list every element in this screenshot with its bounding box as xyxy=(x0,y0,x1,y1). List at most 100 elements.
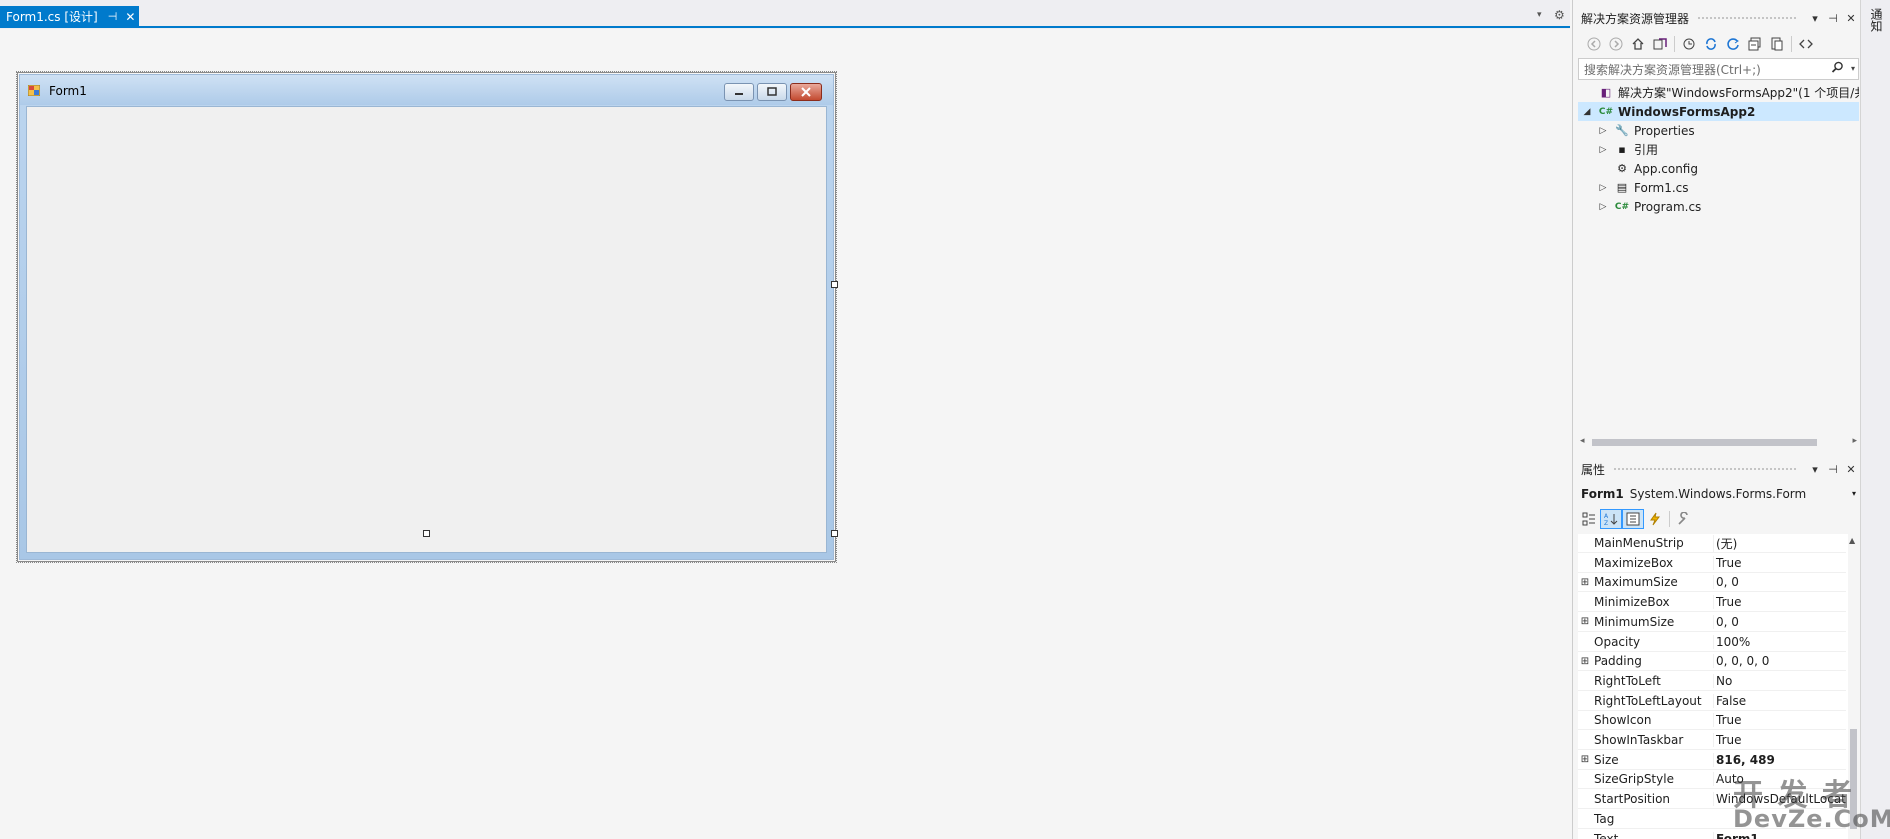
expand-plus-icon[interactable]: ⊞ xyxy=(1578,616,1592,627)
tree-item[interactable]: ◧ 解决方案"WindowsFormsApp2"(1 个项目/共 xyxy=(1578,83,1859,102)
tree-item[interactable]: ◢ C# WindowsFormsApp2 xyxy=(1578,102,1859,121)
refresh-icon[interactable] xyxy=(1722,34,1744,54)
search-icon[interactable] xyxy=(1831,61,1844,78)
property-value[interactable]: True xyxy=(1713,555,1846,570)
property-value[interactable]: 0, 0 xyxy=(1713,614,1846,629)
history-icon[interactable] xyxy=(1678,34,1700,54)
property-name: MaximumSize xyxy=(1594,575,1678,590)
property-value[interactable]: 100% xyxy=(1713,634,1846,649)
resize-handle-right[interactable] xyxy=(831,281,838,288)
tree-item[interactable]: ▷ ▪ 引用 xyxy=(1578,140,1859,159)
resize-handle-corner[interactable] xyxy=(831,530,838,537)
expand-plus-icon[interactable]: ⊞ xyxy=(1578,656,1592,667)
scroll-left-icon[interactable]: ◂ xyxy=(1580,436,1585,446)
form-client-area[interactable] xyxy=(26,106,827,553)
titlebar-grip xyxy=(1613,466,1798,472)
home-icon[interactable] xyxy=(1627,34,1649,54)
property-value[interactable]: True xyxy=(1713,595,1846,610)
expand-arrow-icon[interactable]: ▷ xyxy=(1598,126,1608,136)
expand-arrow-icon[interactable]: ▷ xyxy=(1598,145,1608,155)
config-file-icon: ⚙ xyxy=(1617,162,1627,175)
auto-hide-pin-icon[interactable]: ⊣ xyxy=(1824,463,1842,476)
tab-dropdown-icon[interactable]: ▾ xyxy=(1537,10,1542,20)
window-position-dropdown-icon[interactable]: ▾ xyxy=(1806,463,1824,476)
sync-icon[interactable] xyxy=(1700,34,1722,54)
close-x-icon xyxy=(801,87,811,97)
document-tab-form1-design[interactable]: Form1.cs [设计] ⊣ ✕ xyxy=(0,6,140,27)
close-button[interactable] xyxy=(790,83,822,101)
show-all-files-icon[interactable] xyxy=(1766,34,1788,54)
property-value[interactable]: False xyxy=(1713,693,1846,708)
property-row[interactable]: ⊞ Size 816, 489 xyxy=(1578,751,1846,770)
property-value[interactable]: 0, 0 xyxy=(1713,575,1846,590)
collapse-all-icon[interactable] xyxy=(1744,34,1766,54)
resize-handle-bottom[interactable] xyxy=(423,530,430,537)
tree-item[interactable]: ⚙ App.config xyxy=(1578,159,1859,178)
property-value[interactable]: True xyxy=(1713,713,1846,728)
tree-horizontal-scrollbar[interactable]: ◂ ▸ xyxy=(1578,435,1859,449)
maximize-button[interactable] xyxy=(757,83,787,101)
pin-icon[interactable]: ⊣ xyxy=(108,10,118,23)
minimize-button[interactable] xyxy=(724,83,754,101)
window-position-dropdown-icon[interactable]: ▾ xyxy=(1806,12,1824,25)
property-row[interactable]: ⊞ MaximumSize 0, 0 xyxy=(1578,573,1846,593)
watermark-text: DevZe.CoM xyxy=(1733,805,1890,833)
scroll-thumb[interactable] xyxy=(1592,439,1817,446)
properties-titlebar: 属性 ▾ ⊣ ✕ xyxy=(1573,458,1860,480)
property-row[interactable]: Opacity 100% xyxy=(1578,633,1846,652)
object-name: Form1 xyxy=(1581,487,1624,501)
gear-icon[interactable]: ⚙ xyxy=(1554,8,1565,22)
vs-switch-icon[interactable] xyxy=(1649,34,1671,54)
object-selector[interactable]: Form1 System.Windows.Forms.Form ▾ xyxy=(1578,483,1859,505)
property-value[interactable]: 0, 0, 0, 0 xyxy=(1713,654,1846,669)
chevron-down-icon[interactable]: ▾ xyxy=(1852,489,1856,498)
expand-arrow-icon[interactable]: ▷ xyxy=(1598,202,1608,212)
csharp-project-icon: C# xyxy=(1598,106,1614,117)
property-row[interactable]: ⊞ Padding 0, 0, 0, 0 xyxy=(1578,652,1846,672)
property-row[interactable]: RightToLeft No xyxy=(1578,672,1846,691)
close-panel-icon[interactable]: ✕ xyxy=(1842,463,1860,476)
designer-surface[interactable]: Form1 xyxy=(0,29,1570,839)
property-row[interactable]: MaximizeBox True xyxy=(1578,554,1846,573)
categorized-icon[interactable] xyxy=(1578,509,1600,529)
expand-plus-icon[interactable]: ⊞ xyxy=(1578,577,1592,588)
property-row[interactable]: ⊞ MinimumSize 0, 0 xyxy=(1578,613,1846,632)
property-value[interactable]: No xyxy=(1713,673,1846,688)
expand-plus-icon[interactable]: ⊞ xyxy=(1578,754,1592,765)
property-row[interactable]: ShowInTaskbar True xyxy=(1578,731,1846,750)
notifications-tab[interactable]: 通知 xyxy=(1868,8,1885,32)
tree-item[interactable]: ▷ 🔧 Properties xyxy=(1578,121,1859,140)
code-view-icon[interactable] xyxy=(1795,34,1817,54)
close-icon[interactable]: ✕ xyxy=(125,10,135,24)
tree-item-label: 引用 xyxy=(1634,143,1659,157)
property-name: ShowIcon xyxy=(1594,713,1652,728)
tree-item[interactable]: ▷ ▤ Form1.cs xyxy=(1578,178,1859,197)
back-icon[interactable] xyxy=(1583,34,1605,54)
alphabetical-icon[interactable]: AZ xyxy=(1600,509,1622,529)
auto-hide-pin-icon[interactable]: ⊣ xyxy=(1824,12,1842,25)
object-type: System.Windows.Forms.Form xyxy=(1629,487,1807,501)
search-options-dropdown-icon[interactable]: ▾ xyxy=(1851,64,1855,73)
property-name: SizeGripStyle xyxy=(1594,772,1674,787)
property-name: MainMenuStrip xyxy=(1594,536,1684,550)
property-row[interactable]: MainMenuStrip (无) xyxy=(1578,534,1846,553)
close-panel-icon[interactable]: ✕ xyxy=(1842,12,1860,25)
tree-item[interactable]: ▷ C# Program.cs xyxy=(1578,197,1859,216)
property-row[interactable]: MinimizeBox True xyxy=(1578,593,1846,613)
events-icon[interactable] xyxy=(1644,509,1666,529)
property-row[interactable]: RightToLeftLayout False xyxy=(1578,692,1846,711)
maximize-icon xyxy=(767,87,777,96)
form1-preview[interactable]: Form1 xyxy=(19,74,834,560)
property-pages-icon[interactable] xyxy=(1673,509,1695,529)
property-value[interactable]: 816, 489 xyxy=(1713,752,1846,767)
expand-arrow-icon[interactable]: ▷ xyxy=(1598,183,1608,193)
properties-icon[interactable] xyxy=(1622,509,1644,529)
expand-arrow-icon[interactable]: ◢ xyxy=(1582,107,1592,117)
forward-icon[interactable] xyxy=(1605,34,1627,54)
scroll-up-icon[interactable]: ▲ xyxy=(1849,536,1855,545)
property-value[interactable]: True xyxy=(1713,733,1846,747)
property-row[interactable]: ShowIcon True xyxy=(1578,711,1846,731)
scroll-right-icon[interactable]: ▸ xyxy=(1852,436,1857,446)
solution-explorer-search-input[interactable]: 搜索解决方案资源管理器(Ctrl+;) ▾ xyxy=(1578,58,1859,80)
property-value[interactable]: (无) xyxy=(1713,534,1846,552)
